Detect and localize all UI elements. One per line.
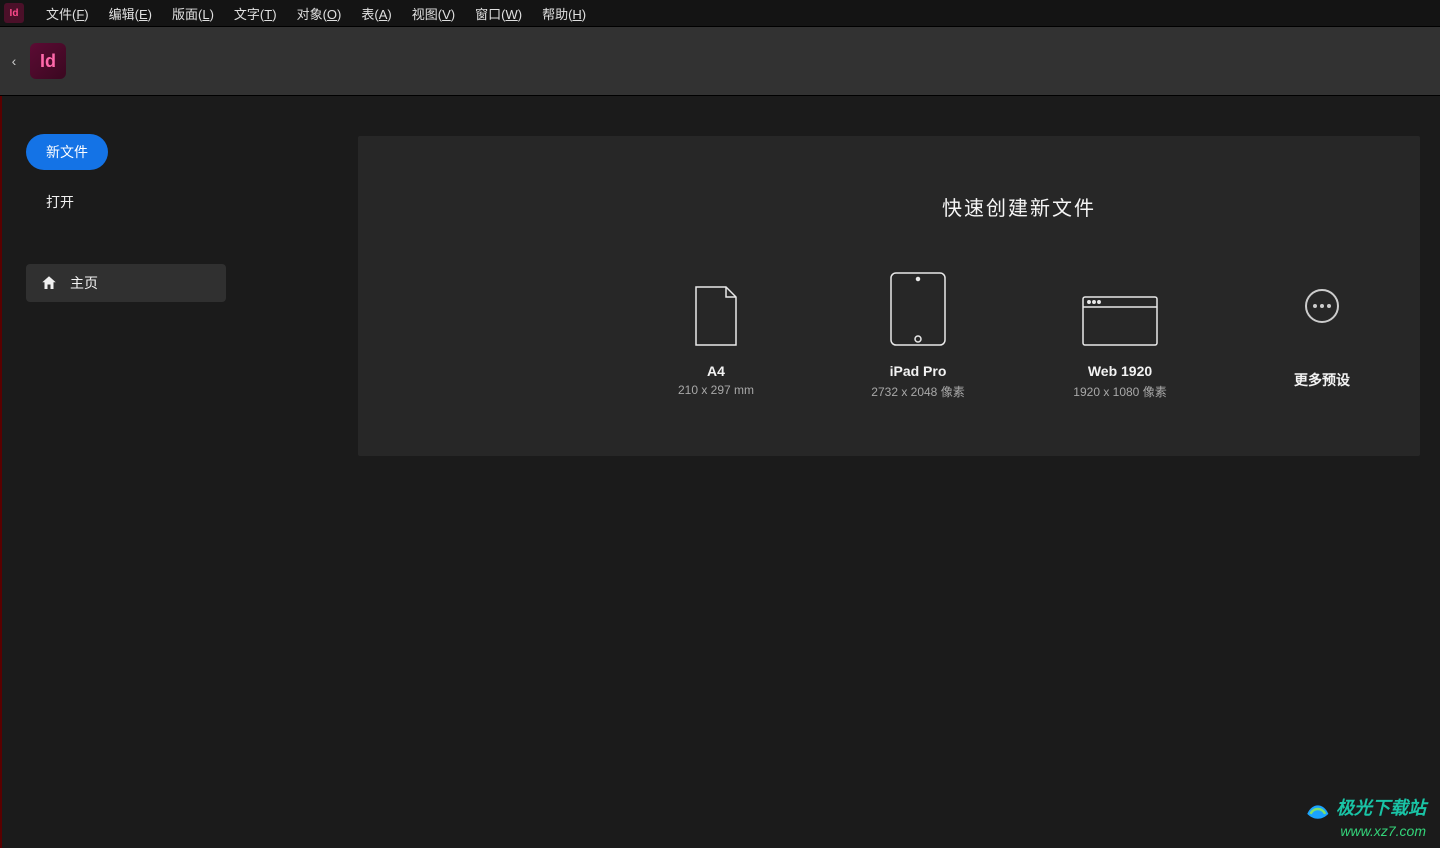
home-icon <box>40 274 58 292</box>
indesign-logo-icon: Id <box>30 43 66 79</box>
preset-label: A4 <box>707 363 725 379</box>
preset-label: Web 1920 <box>1088 363 1152 379</box>
menu-window[interactable]: 窗口(W) <box>465 1 532 26</box>
menu-object[interactable]: 对象(O) <box>287 1 352 26</box>
menu-view[interactable]: 视图(V) <box>402 1 465 26</box>
preset-sub: 1920 x 1080 像素 <box>1073 383 1166 400</box>
watermark-url: www.xz7.com <box>1304 822 1426 840</box>
watermark-brand: 极光下载站 <box>1336 797 1426 820</box>
preset-sub: 2732 x 2048 像素 <box>871 383 964 400</box>
menu-edit[interactable]: 编辑(E) <box>99 1 162 26</box>
preset-row: A4 210 x 297 mm iPad Pro 2732 x 2048 像素 <box>618 271 1420 400</box>
preset-ipad-pro[interactable]: iPad Pro 2732 x 2048 像素 <box>853 271 983 400</box>
sidebar-item-home[interactable]: 主页 <box>26 264 226 302</box>
main-area: 新文件 打开 主页 快速创建新文件 A4 210 x 297 mm <box>0 96 1440 848</box>
menu-layout[interactable]: 版面(L) <box>162 1 224 26</box>
watermark-logo-icon <box>1304 796 1330 822</box>
preset-label: iPad Pro <box>890 363 947 379</box>
sidebar-item-label: 主页 <box>70 273 98 293</box>
watermark: 极光下载站 www.xz7.com <box>1304 796 1426 840</box>
panel-title: 快速创建新文件 <box>618 136 1420 221</box>
menu-table[interactable]: 表(A) <box>351 1 401 26</box>
quick-create-panel: 快速创建新文件 A4 210 x 297 mm <box>358 136 1420 456</box>
page-icon <box>694 285 738 347</box>
menubar: Id 文件(F) 编辑(E) 版面(L) 文字(T) 对象(O) 表(A) 视图… <box>0 0 1440 26</box>
collapse-sidebar-icon[interactable]: ‹ <box>6 41 22 81</box>
open-button[interactable]: 打开 <box>26 184 94 220</box>
browser-icon <box>1081 295 1159 347</box>
app-toolbar: ‹ Id <box>0 26 1440 96</box>
new-file-button[interactable]: 新文件 <box>26 134 108 170</box>
menu-file[interactable]: 文件(F) <box>36 1 99 26</box>
menu-help[interactable]: 帮助(H) <box>532 1 596 26</box>
home-sidebar: 新文件 打开 主页 <box>26 134 236 302</box>
tablet-icon <box>889 271 947 347</box>
preset-more[interactable]: 更多预设 <box>1257 271 1387 400</box>
menu-type[interactable]: 文字(T) <box>224 1 287 26</box>
more-icon <box>1305 289 1339 323</box>
app-badge-icon: Id <box>4 3 24 23</box>
preset-sub: 210 x 297 mm <box>678 383 754 397</box>
preset-label: 更多预设 <box>1294 370 1350 390</box>
preset-a4[interactable]: A4 210 x 297 mm <box>651 271 781 400</box>
preset-web-1920[interactable]: Web 1920 1920 x 1080 像素 <box>1055 271 1185 400</box>
